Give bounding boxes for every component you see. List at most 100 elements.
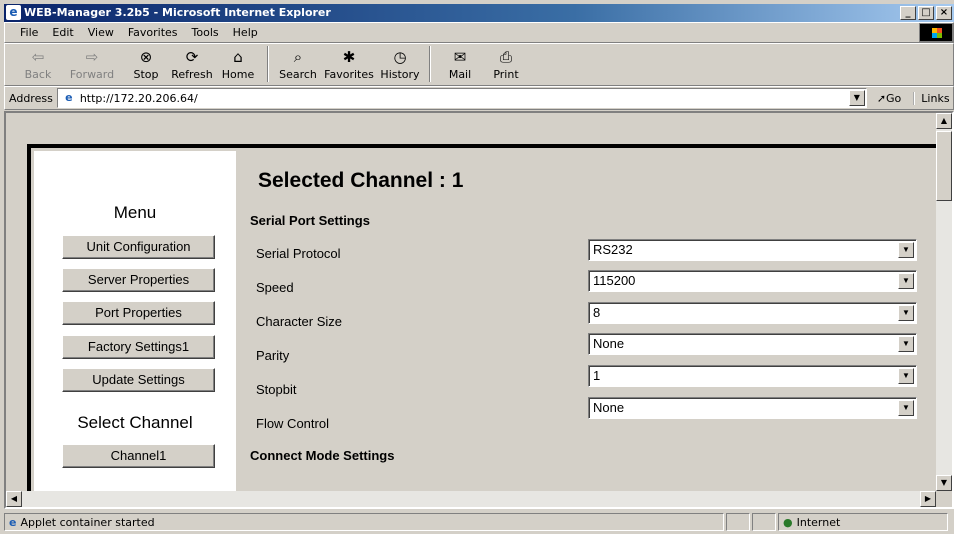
go-button[interactable]: ➚Go — [877, 92, 901, 105]
page-content: Menu Unit Configuration Server Propertie… — [6, 113, 941, 507]
print-button[interactable]: ⎙ Print — [483, 46, 529, 84]
serial-protocol-value: RS232 — [593, 242, 633, 257]
stopbit-select[interactable]: 1 ▼ — [588, 365, 917, 387]
chevron-down-icon[interactable]: ▼ — [898, 273, 914, 289]
menu-title: Menu — [113, 203, 157, 222]
zone-pane: ● Internet — [778, 513, 948, 531]
stopbit-value: 1 — [593, 368, 601, 383]
back-button[interactable]: ⇦ Back — [15, 46, 61, 84]
select-channel-heading: Select Channel — [77, 413, 193, 432]
minimize-button[interactable]: _ — [900, 6, 916, 20]
update-settings-button[interactable]: Update Settings — [62, 368, 215, 392]
globe-icon: ● — [783, 515, 793, 529]
maximize-button[interactable]: □ — [918, 6, 934, 20]
flow-control-select[interactable]: None ▼ — [588, 397, 917, 419]
go-label: Go — [886, 91, 902, 105]
menu-favorites[interactable]: Favorites — [121, 26, 185, 39]
status-text: Applet container started — [20, 515, 155, 529]
browser-window: e WEB-Manager 3.2b5 - Microsoft Internet… — [0, 0, 954, 534]
status-pane — [726, 513, 750, 531]
speed-value: 115200 — [593, 273, 636, 288]
history-button[interactable]: ◷ History — [377, 46, 423, 84]
toolbar-separator — [267, 46, 269, 82]
close-button[interactable]: × — [936, 6, 952, 20]
favorites-button[interactable]: ✱ Favorites — [321, 46, 377, 84]
links-button[interactable]: Links — [913, 91, 950, 105]
refresh-button[interactable]: ⟳ Refresh — [169, 46, 215, 84]
status-text-pane: e Applet container started — [4, 513, 724, 531]
favorites-icon: ✱ — [342, 48, 356, 66]
toolbar: ⇦ Back ⇨ Forward ⊗ Stop ⟳ Refresh ⌂ Home ⌕ Sea… — [4, 43, 954, 86]
history-label: History — [380, 68, 420, 81]
search-icon: ⌕ — [293, 48, 303, 66]
chevron-down-icon[interactable]: ▼ — [898, 242, 914, 258]
status-pane — [752, 513, 776, 531]
chevron-down-icon[interactable]: ▼ — [898, 336, 914, 352]
search-button[interactable]: ⌕ Search — [275, 46, 321, 84]
window-title: WEB-Manager 3.2b5 - Microsoft Internet E… — [24, 6, 331, 19]
forward-button[interactable]: ⇨ Forward — [61, 46, 123, 84]
page-icon: e — [65, 91, 73, 104]
page-viewport: Menu Unit Configuration Server Propertie… — [4, 111, 954, 509]
forward-arrow-icon: ⇨ — [85, 48, 99, 66]
zone-text: Internet — [796, 515, 841, 529]
serial-port-settings-heading: Serial Port Settings — [250, 213, 370, 228]
menu-panel: Menu Unit Configuration Server Propertie… — [34, 151, 236, 507]
scrollbar-corner — [936, 491, 952, 507]
unit-configuration-button[interactable]: Unit Configuration — [62, 235, 215, 259]
page-title: Selected Channel : 1 — [258, 169, 464, 192]
menu-view[interactable]: View — [81, 26, 121, 39]
serial-protocol-label: Serial Protocol — [256, 246, 341, 261]
speed-label: Speed — [256, 280, 294, 295]
scroll-up-button[interactable]: ▲ — [936, 113, 952, 129]
ie-logo-icon: e — [6, 5, 21, 20]
mail-label: Mail — [448, 68, 472, 81]
vertical-scroll-thumb[interactable] — [936, 131, 952, 201]
vertical-scrollbar[interactable]: ▲ ▼ — [936, 113, 952, 491]
scroll-down-button[interactable]: ▼ — [936, 475, 952, 491]
horizontal-scrollbar[interactable]: ◀ ▶ — [6, 491, 936, 507]
settings-panel: Selected Channel : 1 Serial Port Setting… — [236, 148, 941, 507]
menu-help[interactable]: Help — [226, 26, 265, 39]
go-arrow-icon: ➚ — [876, 91, 887, 105]
parity-value: None — [593, 336, 625, 351]
address-input[interactable]: e http://172.20.206.64/ ▼ — [56, 88, 867, 108]
chevron-down-icon[interactable]: ▼ — [898, 305, 914, 321]
favorites-label: Favorites — [324, 68, 374, 81]
character-size-value: 8 — [593, 305, 601, 320]
status-bar: e Applet container started ● Internet — [4, 512, 954, 532]
menu-tools[interactable]: Tools — [185, 26, 226, 39]
stop-button[interactable]: ⊗ Stop — [123, 46, 169, 84]
server-properties-button[interactable]: Server Properties — [62, 268, 215, 292]
windows-flag-icon — [919, 23, 953, 42]
print-label: Print — [493, 68, 519, 81]
character-size-label: Character Size — [256, 314, 342, 329]
title-bar: e WEB-Manager 3.2b5 - Microsoft Internet… — [4, 4, 954, 22]
address-dropdown-button[interactable]: ▼ — [848, 90, 865, 106]
search-label: Search — [279, 68, 317, 81]
menu-file[interactable]: File — [13, 26, 45, 39]
home-label: Home — [221, 68, 255, 81]
speed-select[interactable]: 115200 ▼ — [588, 270, 917, 292]
chevron-down-icon[interactable]: ▼ — [898, 368, 914, 384]
scroll-right-button[interactable]: ▶ — [920, 491, 936, 507]
history-icon: ◷ — [393, 48, 407, 66]
menu-edit[interactable]: Edit — [45, 26, 80, 39]
parity-select[interactable]: None ▼ — [588, 333, 917, 355]
mail-button[interactable]: ✉ Mail — [437, 46, 483, 84]
forward-label: Forward — [69, 68, 115, 81]
stop-label: Stop — [133, 68, 159, 81]
channel1-button[interactable]: Channel1 — [62, 444, 215, 468]
chevron-down-icon[interactable]: ▼ — [898, 400, 914, 416]
factory-settings-button[interactable]: Factory Settings1 — [62, 335, 215, 359]
flow-control-value: None — [593, 400, 625, 415]
character-size-select[interactable]: 8 ▼ — [588, 302, 917, 324]
serial-protocol-select[interactable]: RS232 ▼ — [588, 239, 917, 261]
address-url: http://172.20.206.64/ — [79, 91, 198, 105]
stopbit-label: Stopbit — [256, 382, 297, 397]
refresh-label: Refresh — [171, 68, 213, 81]
port-properties-button[interactable]: Port Properties — [62, 301, 215, 325]
home-button[interactable]: ⌂ Home — [215, 46, 261, 84]
scroll-left-button[interactable]: ◀ — [6, 491, 22, 507]
print-icon: ⎙ — [499, 48, 512, 66]
